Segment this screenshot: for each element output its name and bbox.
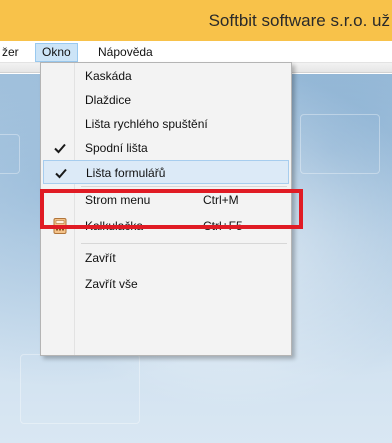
menu-item-spodni-lista[interactable]: Spodní lišta <box>43 136 289 160</box>
menu-item-label: Lišta formulářů <box>86 166 166 180</box>
menu-item-lista-formularu[interactable]: Lišta formulářů <box>43 160 289 184</box>
highlight-annotation-box <box>40 189 303 229</box>
menu-item-label: Kaskáda <box>85 69 132 83</box>
menu-separator <box>81 186 287 187</box>
menu-item-label: Lišta rychlého spuštění <box>85 117 208 131</box>
menu-item-label: Spodní lišta <box>85 141 148 155</box>
menu-item-label: Dlaždice <box>85 93 132 107</box>
menu-item-napoveda[interactable]: Nápověda <box>98 44 153 61</box>
checkmark-icon <box>51 139 69 157</box>
menu-item-label: Zavřít vše <box>85 277 138 291</box>
menu-item-zavrit-vse[interactable]: Zavřít vše <box>43 272 289 296</box>
checkmark-icon <box>52 164 70 182</box>
menu-item-label: Zavřít <box>85 251 116 265</box>
menu-bar: žer Okno Nápověda <box>0 41 392 63</box>
menu-item-lista-rychleho-spusteni[interactable]: Lišta rychlého spuštění <box>43 112 289 136</box>
decorative-frame <box>20 354 140 424</box>
menu-item-partial[interactable]: žer <box>2 44 19 61</box>
menu-item-okno[interactable]: Okno <box>35 43 78 62</box>
menu-separator <box>81 243 287 244</box>
title-bar: Softbit software s.r.o. už <box>0 0 392 41</box>
menu-item-zavrit[interactable]: Zavřít <box>43 246 289 270</box>
window-title: Softbit software s.r.o. už <box>208 11 390 30</box>
decorative-frame <box>300 114 380 174</box>
decorative-frame <box>0 134 20 174</box>
menu-item-kaskada[interactable]: Kaskáda <box>43 64 289 88</box>
menu-item-dlazdice[interactable]: Dlaždice <box>43 88 289 112</box>
